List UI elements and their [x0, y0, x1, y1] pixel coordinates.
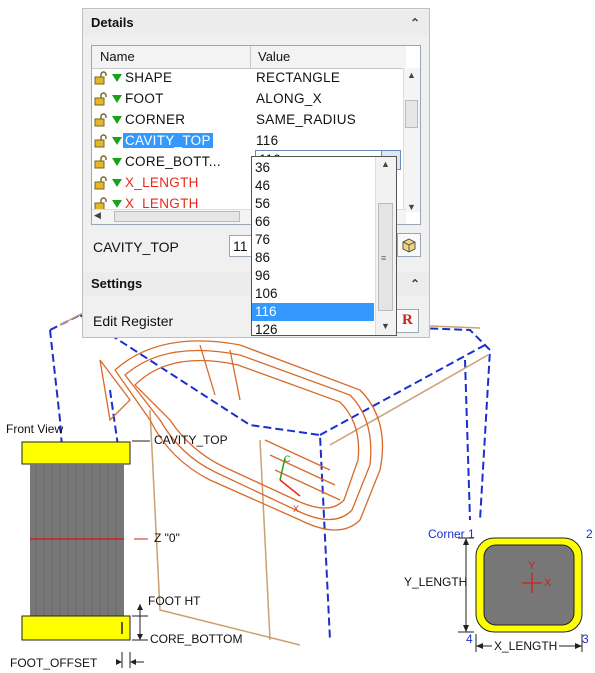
- x-length-label: X_LENGTH: [492, 639, 560, 653]
- param-name: X_LENGTH: [125, 175, 199, 190]
- axis-y-label: Y: [528, 560, 536, 572]
- corner-2-label: 2: [586, 527, 593, 541]
- lock-open-icon[interactable]: [94, 176, 108, 190]
- field-label: CAVITY_TOP: [93, 239, 179, 255]
- column-value-header[interactable]: Value: [258, 49, 290, 64]
- table-vertical-scrollbar[interactable]: ▲ ▼: [403, 68, 420, 212]
- table-row[interactable]: SHAPE RECTANGLE: [92, 68, 406, 89]
- dropdown-option[interactable]: 36: [252, 159, 374, 177]
- dropdown-option[interactable]: 66: [252, 213, 374, 231]
- cavity-top-label: CAVITY_TOP: [154, 433, 228, 447]
- param-value: SAME_RADIUS: [256, 112, 357, 127]
- foot-offset-label: FOOT_OFFSET: [10, 656, 98, 670]
- lock-open-icon[interactable]: [94, 155, 108, 169]
- lock-open-icon[interactable]: [94, 71, 108, 85]
- param-name: CORNER: [125, 112, 186, 127]
- foot-ht-label: FOOT HT: [148, 594, 201, 608]
- expand-triangle-icon[interactable]: [112, 137, 122, 145]
- expand-triangle-icon[interactable]: [112, 179, 122, 187]
- lock-open-icon[interactable]: [94, 134, 108, 148]
- core-bottom-label: CORE_BOTTOM: [150, 632, 243, 646]
- table-row[interactable]: CAVITY_TOP 116: [92, 131, 406, 152]
- param-name: FOOT: [125, 91, 164, 106]
- collapse-details-icon[interactable]: ⌃: [405, 13, 425, 33]
- param-value: 116: [256, 133, 279, 148]
- corner-3-label: 3: [582, 632, 589, 646]
- table-header: Name Value: [92, 46, 406, 69]
- dropdown-option[interactable]: 96: [252, 267, 374, 285]
- table-row[interactable]: FOOT ALONG_X: [92, 89, 406, 110]
- expand-triangle-icon[interactable]: [112, 200, 122, 208]
- dropdown-option[interactable]: 116: [252, 303, 374, 321]
- table-row[interactable]: CORNER SAME_RADIUS: [92, 110, 406, 131]
- cube-icon[interactable]: [397, 233, 421, 257]
- expand-triangle-icon[interactable]: [112, 95, 122, 103]
- lock-open-icon[interactable]: [94, 113, 108, 127]
- param-value: RECTANGLE: [256, 70, 341, 85]
- details-title: Details: [91, 15, 134, 30]
- dropdown-option[interactable]: 106: [252, 285, 374, 303]
- svg-text:C: C: [284, 454, 291, 464]
- edit-register-label: Edit Register: [93, 313, 174, 329]
- param-name: CORE_BOTT...: [125, 154, 221, 169]
- param-value: ALONG_X: [256, 91, 322, 106]
- axis-x-label: X: [544, 577, 552, 589]
- param-name: CAVITY_TOP: [123, 133, 213, 148]
- details-header[interactable]: Details ⌃: [83, 11, 429, 35]
- collapse-settings-icon[interactable]: ⌃: [405, 274, 425, 294]
- dropdown-option[interactable]: 46: [252, 177, 374, 195]
- dropdown-option[interactable]: 86: [252, 249, 374, 267]
- front-view-title: Front View: [6, 422, 64, 436]
- field-value-input[interactable]: 11: [229, 235, 253, 257]
- expand-triangle-icon[interactable]: [112, 158, 122, 166]
- z-zero-label: Z "0": [154, 531, 180, 545]
- expand-triangle-icon[interactable]: [112, 116, 122, 124]
- corner-4-label: 4: [466, 632, 473, 646]
- svg-text:X: X: [293, 504, 299, 514]
- corner-1-label: Corner 1: [428, 527, 475, 541]
- dropdown-option[interactable]: 56: [252, 195, 374, 213]
- y-length-label: Y_LENGTH: [404, 575, 468, 589]
- expand-triangle-icon[interactable]: [112, 74, 122, 82]
- value-dropdown-list[interactable]: 36 46 56 66 76 86 96 106 116 126 ▲ ≡ ▼: [251, 156, 397, 336]
- dropdown-scrollbar[interactable]: ▲ ≡ ▼: [375, 157, 396, 335]
- param-name: SHAPE: [125, 70, 173, 85]
- settings-title: Settings: [91, 276, 143, 291]
- register-icon[interactable]: R: [395, 309, 419, 333]
- lock-open-icon[interactable]: [94, 92, 108, 106]
- column-name-header[interactable]: Name: [100, 49, 135, 64]
- dropdown-option[interactable]: 126: [252, 321, 374, 335]
- dropdown-option[interactable]: 76: [252, 231, 374, 249]
